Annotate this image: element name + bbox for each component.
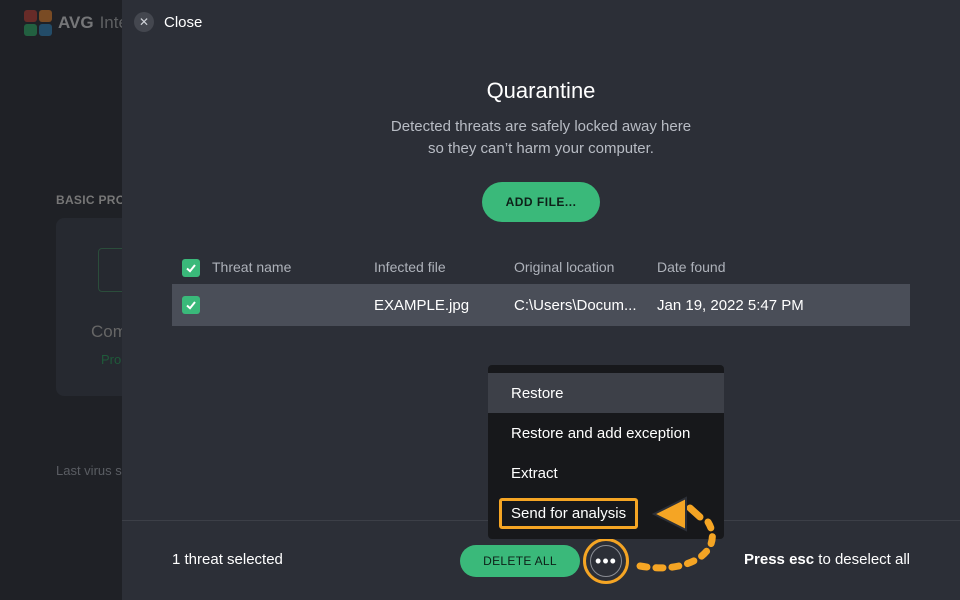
more-options-icon[interactable]: ••• [590, 545, 622, 577]
card-status: Pro [101, 352, 122, 367]
column-infected-file[interactable]: Infected file [374, 252, 446, 282]
menu-item-restore-add-exception[interactable]: Restore and add exception [488, 413, 724, 453]
menu-item-send-for-analysis[interactable]: Send for analysis [488, 493, 724, 533]
table-header: Threat name Infected file Original locat… [172, 252, 910, 282]
column-date-found[interactable]: Date found [657, 252, 726, 282]
page-title: Quarantine [486, 78, 596, 103]
column-threat-name[interactable]: Threat name [212, 252, 291, 282]
checkmark-icon [186, 301, 196, 310]
description-line-1: Detected threats are safely locked away … [390, 118, 692, 135]
menu-item-label: Send for analysis [499, 497, 639, 529]
cell-original-location: C:\Users\Docum... [514, 296, 637, 314]
more-options-button[interactable]: ••• [583, 538, 629, 584]
deselect-hint-key: Press esc [744, 551, 815, 568]
cell-date-found: Jan 19, 2022 5:47 PM [657, 296, 804, 314]
column-original-location[interactable]: Original location [514, 252, 614, 282]
close-icon[interactable]: ✕ [134, 12, 154, 32]
checkmark-icon [186, 264, 196, 273]
add-file-button[interactable]: ADD FILE... [482, 182, 600, 222]
logo-text: AVG [58, 13, 94, 32]
description-line-2: so they can’t harm your computer. [428, 140, 654, 157]
deselect-hint-rest: to deselect all [814, 551, 910, 568]
row-checkbox[interactable] [182, 296, 200, 314]
page-description: Detected threats are safely locked away … [122, 116, 960, 160]
cell-infected-file: EXAMPLE.jpg [374, 296, 470, 314]
context-menu: Restore Restore and add exception Extrac… [488, 365, 724, 539]
menu-item-label: Extract [511, 464, 558, 482]
section-label: BASIC PRO [56, 193, 126, 207]
last-scan-text: Last virus s [56, 463, 122, 478]
menu-item-label: Restore [511, 384, 564, 402]
close-label[interactable]: Close [164, 14, 202, 31]
delete-all-button[interactable]: DELETE ALL [460, 545, 580, 577]
deselect-hint: Press esc to deselect all [744, 551, 910, 568]
table-row[interactable]: EXAMPLE.jpg C:\Users\Docum... Jan 19, 20… [172, 284, 910, 326]
selection-count: 1 threat selected [172, 551, 283, 568]
menu-item-extract[interactable]: Extract [488, 453, 724, 493]
menu-item-restore[interactable]: Restore [488, 373, 724, 413]
menu-item-label: Restore and add exception [511, 424, 691, 442]
avg-logo-icon [24, 10, 52, 36]
app-logo: AVG Inte [24, 10, 128, 36]
close-button[interactable]: ✕ Close [134, 12, 202, 32]
select-all-checkbox[interactable] [182, 259, 200, 277]
